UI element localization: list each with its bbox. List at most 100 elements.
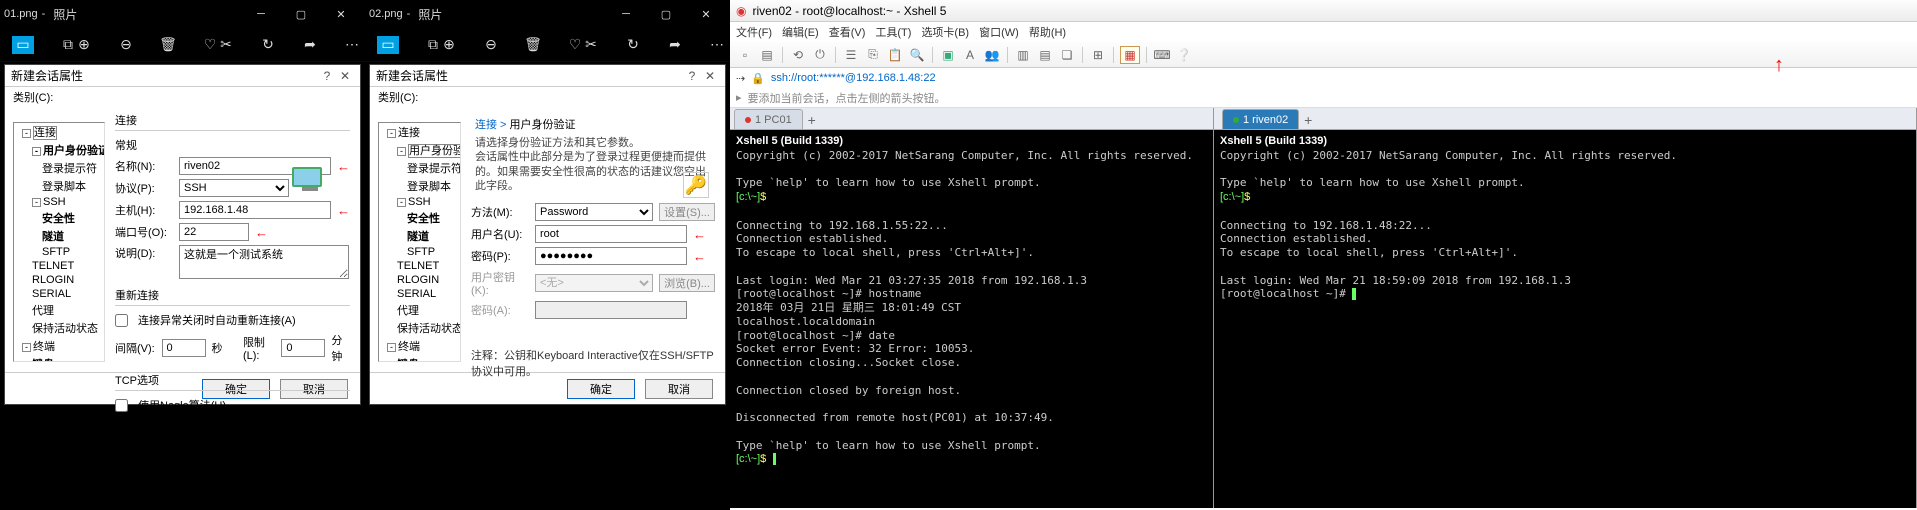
xshell-toolbar[interactable]: ▫ ▤ ⟲ ⏻ ☰ ⎘ 📋 🔍 ▣ A 👥 ▥ ▤ ❏ ⊞ ▦ ⌨ ❔ ↑ <box>730 42 1917 68</box>
xshell-titlebar: ◉ riven02 - root@localhost:~ - Xshell 5 <box>730 0 1917 22</box>
xshell-window: ◉ riven02 - root@localhost:~ - Xshell 5 … <box>730 0 1917 510</box>
status-dot-icon <box>1233 117 1239 123</box>
description-input[interactable]: 这就是一个测试系统 <box>179 245 349 279</box>
menu-item[interactable]: 选项卡(B) <box>921 24 969 40</box>
host-input[interactable] <box>179 201 331 219</box>
dialog-help-icon[interactable]: ? <box>318 67 336 85</box>
terminal-right[interactable]: Xshell 5 (Build 1339) Copyright (c) 2002… <box>1214 130 1916 508</box>
maximize-button[interactable]: ▢ <box>281 0 321 28</box>
properties-icon[interactable]: ☰ <box>842 46 860 64</box>
share-icon[interactable]: ➦ <box>667 37 683 53</box>
gallery-icon[interactable]: ▭ <box>12 36 34 54</box>
lock-icon2: 🔒 <box>751 72 765 85</box>
tab-pc01[interactable]: 1 PC01 <box>734 109 803 129</box>
help-icon[interactable]: ❔ <box>1175 46 1193 64</box>
gallery-icon[interactable]: ▭ <box>377 36 399 54</box>
cancel-button[interactable]: 取消 <box>645 379 713 399</box>
zoom-in-icon[interactable]: ⊕ <box>441 37 457 53</box>
tab-icon[interactable]: ⊞ <box>1089 46 1107 64</box>
dialog-close-icon[interactable]: ✕ <box>336 67 354 85</box>
dialog-close-icon[interactable]: ✕ <box>701 67 719 85</box>
tile-h-icon[interactable]: ▥ <box>1014 46 1032 64</box>
menu-item[interactable]: 窗口(W) <box>979 24 1019 40</box>
new-icon[interactable]: ▫ <box>736 46 754 64</box>
photos-toolbar-2: ▭ ⧉ ⊕ ⊖ 🗑 ♡ ✂ ↻ ➦ ⋯ <box>365 28 730 62</box>
tree-label: 类别(C): <box>378 89 725 105</box>
menu-item[interactable]: 查看(V) <box>829 24 866 40</box>
more-icon[interactable]: ⋯ <box>344 37 360 53</box>
rotate-icon[interactable]: ↻ <box>625 37 641 53</box>
crop-icon[interactable]: ✂ <box>218 37 234 53</box>
users-icon[interactable]: 👥 <box>983 46 1001 64</box>
favorite-icon[interactable]: ♡ <box>567 37 583 53</box>
add-tab-button[interactable]: + <box>803 111 821 129</box>
zoom-out-icon[interactable]: ⊖ <box>118 37 134 53</box>
menu-item[interactable]: 帮助(H) <box>1029 24 1066 40</box>
cascade-icon[interactable]: ❏ <box>1058 46 1076 64</box>
open-icon[interactable]: ▤ <box>758 46 776 64</box>
copy-icon[interactable]: ⎘ <box>864 46 882 64</box>
lock-icon: ⇢ <box>736 72 745 85</box>
xshell-menubar[interactable]: 文件(F) 编辑(E) 查看(V) 工具(T) 选项卡(B) 窗口(W) 帮助(H) <box>730 22 1917 42</box>
add-tab-button[interactable]: + <box>1299 111 1317 129</box>
tree-label: 类别(C): <box>13 89 360 105</box>
dialog-title: 新建会话属性 <box>11 67 83 84</box>
terminal-left[interactable]: Xshell 5 (Build 1339) Copyright (c) 2002… <box>730 130 1213 508</box>
dialog-help-icon[interactable]: ? <box>683 67 701 85</box>
method-select[interactable]: Password <box>535 203 653 221</box>
more-icon[interactable]: ⋯ <box>709 37 725 53</box>
delete-icon[interactable]: 🗑 <box>160 37 176 53</box>
nagle-checkbox[interactable] <box>115 399 128 412</box>
limit-input[interactable] <box>281 339 325 357</box>
tab-riven02[interactable]: 1 riven02 <box>1222 109 1299 129</box>
close-button[interactable]: ✕ <box>321 0 361 28</box>
ok-button[interactable]: 确定 <box>567 379 635 399</box>
category-tree[interactable]: -连接 -用户身份验证 登录提示符 登录脚本 -SSH 安全性 隧道 SFTP … <box>13 122 105 362</box>
menu-item[interactable]: 文件(F) <box>736 24 772 40</box>
color-icon[interactable]: ▣ <box>939 46 957 64</box>
menu-item[interactable]: 工具(T) <box>875 24 911 40</box>
layout-icon[interactable]: ▦ <box>1120 46 1140 64</box>
username-input[interactable] <box>535 225 687 243</box>
file-name: 02.png <box>369 8 403 20</box>
find-icon[interactable]: 🔍 <box>908 46 926 64</box>
tabs-right[interactable]: 1 riven02 + <box>1214 108 1916 130</box>
protocol-select[interactable]: SSH <box>179 179 289 197</box>
setup-button[interactable]: 设置(S)... <box>659 203 715 221</box>
maximize-button[interactable]: ▢ <box>646 0 686 28</box>
tabs-left[interactable]: 1 PC01 + <box>730 108 1213 130</box>
reconnect-icon[interactable]: ⟲ <box>789 46 807 64</box>
key-icon[interactable]: ⌨ <box>1153 46 1171 64</box>
crop-icon[interactable]: ✂ <box>583 37 599 53</box>
compare-icon[interactable]: ⧉ <box>60 37 76 53</box>
address-bar[interactable]: ⇢ 🔒 ssh://root:******@192.168.1.48:22 <box>730 68 1917 88</box>
disconnect-icon[interactable]: ⏻ <box>811 46 829 64</box>
favorite-icon[interactable]: ♡ <box>202 37 218 53</box>
category-tree[interactable]: -连接 -用户身份验证 登录提示符 登录脚本 -SSH 安全性 隧道 SFTP … <box>378 122 461 362</box>
compare-icon[interactable]: ⧉ <box>425 37 441 53</box>
minimize-button[interactable]: ─ <box>606 0 646 28</box>
address-text[interactable]: ssh://root:******@192.168.1.48:22 <box>771 72 936 84</box>
minimize-button[interactable]: ─ <box>241 0 281 28</box>
browse-button: 浏览(B)... <box>659 274 715 292</box>
arrow-icon: ← <box>337 159 350 174</box>
port-input[interactable] <box>179 223 249 241</box>
quickbar: ▸ 要添加当前会话，点击左侧的箭头按钮。 <box>730 88 1917 108</box>
app-title: 照片 <box>414 6 606 23</box>
password-input[interactable] <box>535 247 687 265</box>
zoom-out-icon[interactable]: ⊖ <box>483 37 499 53</box>
delete-icon[interactable]: 🗑 <box>525 37 541 53</box>
passphrase-input <box>535 301 687 319</box>
quickbar-add-icon[interactable]: ▸ <box>736 91 742 104</box>
share-icon[interactable]: ➦ <box>302 37 318 53</box>
titlebar-1: 01.png - 照片 ─ ▢ ✕ <box>0 0 365 28</box>
paste-icon[interactable]: 📋 <box>886 46 904 64</box>
zoom-in-icon[interactable]: ⊕ <box>76 37 92 53</box>
interval-input[interactable] <box>162 339 206 357</box>
tile-v-icon[interactable]: ▤ <box>1036 46 1054 64</box>
rotate-icon[interactable]: ↻ <box>260 37 276 53</box>
auto-reconnect-checkbox[interactable] <box>115 314 128 327</box>
close-button[interactable]: ✕ <box>686 0 726 28</box>
font-icon[interactable]: A <box>961 46 979 64</box>
menu-item[interactable]: 编辑(E) <box>782 24 819 40</box>
